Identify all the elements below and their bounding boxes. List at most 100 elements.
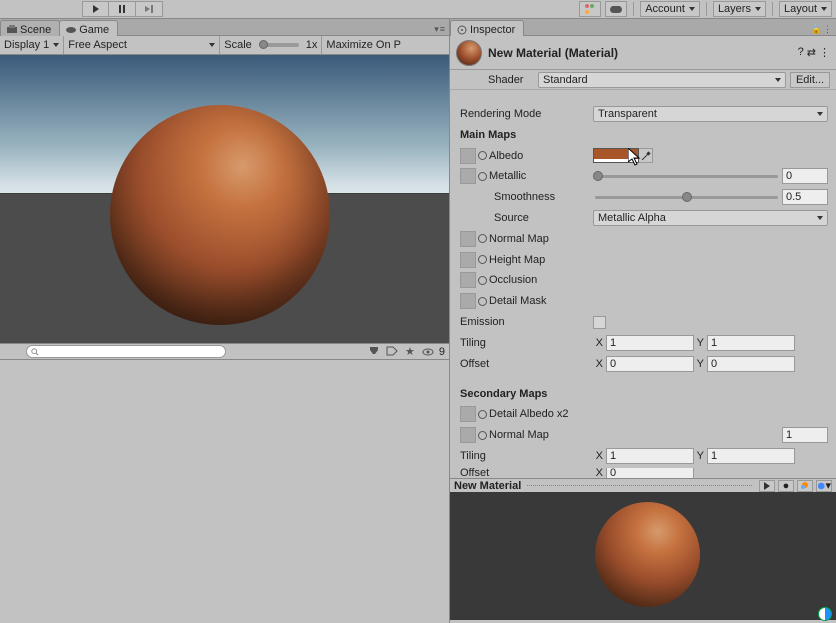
offset-y-input[interactable] [707, 356, 795, 372]
source-row: Source Metallic Alpha [458, 209, 828, 227]
play-icon [93, 5, 99, 13]
cloud-button[interactable] [605, 1, 627, 17]
sec-tiling-x-input[interactable] [606, 448, 694, 464]
layout-dropdown[interactable]: Layout [779, 1, 832, 17]
playback-controls [82, 1, 163, 17]
hidden-count: 9 [439, 346, 445, 358]
search-input[interactable] [26, 345, 226, 358]
collab-button[interactable] [579, 1, 601, 17]
left-tab-bar: Scene Game ▾≡ [0, 19, 449, 36]
console-bar: ★ 9 [0, 343, 449, 360]
tab-options[interactable]: ▾≡ [430, 24, 449, 35]
rendering-mode-dropdown[interactable]: Transparent [593, 106, 828, 122]
tiling-x-input[interactable] [606, 335, 694, 351]
source-dropdown[interactable]: Metallic Alpha [593, 210, 828, 226]
metallic-picker-icon[interactable] [478, 172, 487, 181]
emission-checkbox[interactable] [593, 316, 606, 329]
sec-normalmap-picker-icon[interactable] [478, 431, 487, 440]
metallic-label: Metallic [489, 170, 526, 182]
preview-play-icon[interactable] [759, 480, 775, 492]
eyedropper-button[interactable] [638, 148, 653, 163]
preview-light-icon[interactable] [797, 480, 813, 492]
inspector-tab-options[interactable]: 🔒⋮ [807, 24, 836, 35]
play-button[interactable] [82, 1, 109, 17]
maximize-toggle[interactable]: Maximize On P [322, 36, 405, 54]
sphere-object [110, 105, 330, 325]
aspect-label: Free Aspect [68, 39, 127, 51]
heightmap-texture-slot[interactable] [460, 252, 476, 268]
emission-label: Emission [458, 316, 593, 328]
sec-tiling-row: Tiling X Y [458, 447, 828, 465]
tag-icon[interactable] [385, 345, 399, 359]
preview-sphere [595, 502, 700, 607]
scale-slider[interactable] [259, 43, 299, 47]
help-icon[interactable]: ? [798, 46, 804, 59]
preview-header[interactable]: New Material ● ▾ [450, 478, 836, 492]
material-preview[interactable] [450, 492, 836, 620]
albedo-texture-slot[interactable] [460, 148, 476, 164]
scale-control[interactable]: Scale 1x [220, 36, 322, 54]
account-label: Account [645, 3, 685, 15]
occlusion-texture-slot[interactable] [460, 272, 476, 288]
layers-label: Layers [718, 3, 751, 15]
shader-row: Shader Standard Edit... [450, 70, 836, 90]
search-field[interactable] [39, 346, 225, 358]
albedo-row: Albedo [458, 147, 828, 165]
occlusion-picker-icon[interactable] [478, 276, 487, 285]
display-dropdown[interactable]: Display 1 [0, 36, 64, 54]
offset-x-input[interactable] [606, 356, 694, 372]
detailalbedo-picker-icon[interactable] [478, 410, 487, 419]
normalmap-picker-icon[interactable] [478, 234, 487, 243]
tab-scene[interactable]: Scene [0, 20, 60, 36]
visibility-icon[interactable] [421, 345, 435, 359]
normalmap-texture-slot[interactable] [460, 231, 476, 247]
step-icon [145, 5, 153, 13]
services-icon[interactable] [818, 607, 832, 621]
detailalbedo-texture-slot[interactable] [460, 406, 476, 422]
cloud-icon [610, 6, 622, 13]
smoothness-input[interactable] [782, 189, 828, 205]
step-button[interactable] [136, 1, 163, 17]
metallic-texture-slot[interactable] [460, 168, 476, 184]
tab-inspector[interactable]: Inspector [450, 20, 524, 36]
smoothness-slider[interactable] [595, 196, 778, 199]
aspect-dropdown[interactable]: Free Aspect [64, 36, 220, 54]
sec-offset-x-input[interactable] [606, 468, 694, 478]
detailalbedo-label: Detail Albedo x2 [489, 408, 569, 420]
detailmask-texture-slot[interactable] [460, 293, 476, 309]
tab-game[interactable]: Game [59, 20, 118, 36]
sec-tiling-y-input[interactable] [707, 448, 795, 464]
tiling-label: Tiling [458, 337, 593, 349]
shader-dropdown[interactable]: Standard [538, 72, 786, 88]
albedo-color-swatch[interactable] [593, 148, 639, 163]
scene-icon [7, 25, 17, 35]
sec-normalmap-input[interactable] [782, 427, 828, 443]
star-icon[interactable]: ★ [403, 345, 417, 359]
pause-button[interactable] [109, 1, 136, 17]
preview-env-icon[interactable]: ▾ [816, 480, 832, 492]
rendering-mode-row: Rendering Mode Transparent [458, 105, 828, 123]
source-value: Metallic Alpha [598, 212, 666, 224]
albedo-picker-icon[interactable] [478, 151, 487, 160]
filter-icon[interactable] [367, 345, 381, 359]
tiling-row: Tiling X Y [458, 334, 828, 352]
tiling-y-input[interactable] [707, 335, 795, 351]
detailmask-picker-icon[interactable] [478, 297, 487, 306]
account-dropdown[interactable]: Account [640, 1, 700, 17]
preview-sphere-icon[interactable]: ● [778, 480, 794, 492]
tab-game-label: Game [79, 24, 109, 36]
project-panel[interactable] [0, 360, 449, 623]
preset-icon[interactable]: ⇄ [807, 46, 816, 59]
metallic-input[interactable] [782, 168, 828, 184]
metallic-slider[interactable] [595, 175, 778, 178]
collab-icon [584, 3, 596, 15]
metallic-row: Metallic [458, 167, 828, 185]
layers-dropdown[interactable]: Layers [713, 1, 766, 17]
offset-row: Offset X Y [458, 355, 828, 373]
heightmap-picker-icon[interactable] [478, 255, 487, 264]
sec-normalmap-texture-slot[interactable] [460, 427, 476, 443]
menu-icon[interactable]: ⋮ [819, 46, 830, 59]
game-view[interactable] [0, 55, 449, 343]
material-preview-icon [456, 40, 482, 66]
edit-shader-button[interactable]: Edit... [790, 72, 830, 88]
